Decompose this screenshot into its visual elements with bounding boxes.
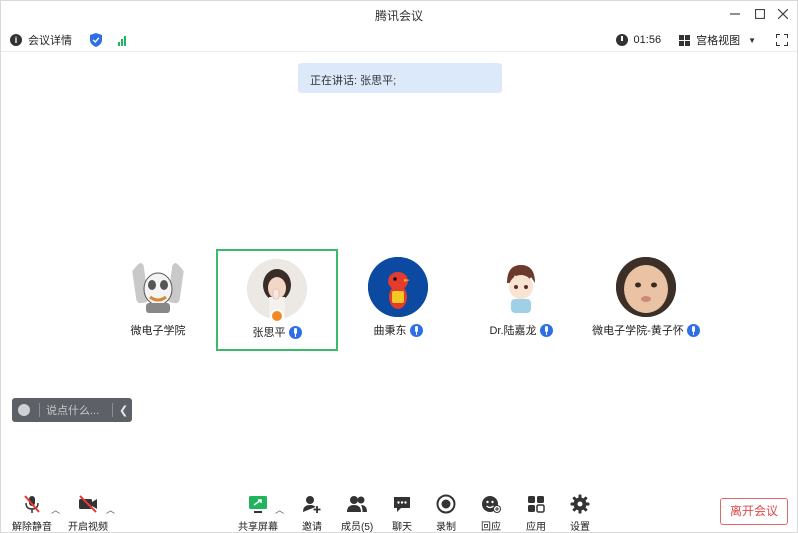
chat-bar[interactable]: 说点什么... ❮ (12, 398, 132, 422)
mic-icon (288, 325, 302, 339)
invite-button[interactable]: 邀请 (301, 493, 323, 533)
participant-tile-active[interactable]: 张思平 (216, 249, 338, 351)
emoji-icon[interactable] (18, 404, 30, 416)
meeting-timer: 01:56 (633, 34, 662, 46)
participant-tile[interactable]: Dr.陆嘉龙 (460, 249, 582, 351)
chevron-down-icon[interactable]: ▼ (748, 36, 756, 45)
speaking-banner: 正在讲话: 张思平; (298, 63, 502, 93)
participant-name: 微电子学院 (130, 325, 186, 337)
invite-icon (301, 493, 323, 515)
apps-grid-icon (525, 493, 547, 515)
fullscreen-icon[interactable] (776, 34, 788, 46)
mic-icon (409, 323, 423, 337)
info-right: 01:56 宫格视图 ▼ (615, 32, 788, 48)
apps-button[interactable]: 应用 (525, 493, 547, 533)
avatar (616, 257, 676, 317)
bottom-toolbar: 解除静音 ︿ 开启视频 ︿ 共享屏幕 ︿ 邀请 成员(5) 聊天 录制 回应 应… (1, 489, 797, 533)
mic-icon (539, 323, 553, 337)
settings-button[interactable]: 设置 (569, 493, 591, 533)
share-screen-icon (247, 493, 269, 515)
meeting-window: 腾讯会议 i 会议详情 01:56 宫格视图 ▼ 正在讲话: 张思平; 微电子学… (0, 0, 798, 533)
close-icon[interactable] (773, 5, 793, 23)
chat-input[interactable]: 说点什么... (46, 402, 106, 418)
members-icon (346, 493, 368, 515)
avatar (491, 257, 551, 317)
chevron-up-icon[interactable]: ︿ (106, 503, 115, 516)
participant-tile[interactable]: 微电子学院 (97, 249, 219, 351)
emoji-reaction-icon (480, 493, 502, 515)
signal-strength-icon[interactable] (118, 35, 126, 46)
participant-name: 张思平 (252, 327, 286, 339)
host-badge-icon (270, 309, 284, 323)
chat-button[interactable]: 聊天 (391, 493, 413, 533)
participant-name: 微电子学院-黄子怀 (592, 325, 684, 337)
grid-view-icon[interactable] (679, 34, 691, 46)
avatar (368, 257, 428, 317)
info-bar: i 会议详情 01:56 宫格视图 ▼ (1, 28, 797, 52)
minimize-icon[interactable] (725, 5, 745, 23)
title-bar[interactable]: 腾讯会议 (1, 1, 797, 28)
record-button[interactable]: 录制 (435, 493, 457, 533)
gear-icon (569, 493, 591, 515)
participant-name: 曲秉东 (373, 325, 407, 337)
meeting-details-label[interactable]: 会议详情 (28, 32, 72, 48)
participant-tile[interactable]: 曲秉东 (337, 249, 459, 351)
meeting-info[interactable]: i 会议详情 (10, 32, 126, 48)
avatar (128, 257, 188, 317)
members-button[interactable]: 成员(5) (341, 493, 373, 533)
info-icon: i (10, 34, 22, 46)
participant-tile[interactable]: 微电子学院-黄子怀 (585, 249, 707, 351)
record-icon (435, 493, 457, 515)
share-screen-button[interactable]: 共享屏幕 (238, 493, 278, 533)
view-mode-label[interactable]: 宫格视图 (696, 32, 740, 48)
leave-meeting-button[interactable]: 离开会议 (720, 498, 788, 525)
clock-icon (615, 34, 628, 46)
chat-bubble-icon (391, 493, 413, 515)
mic-icon (686, 323, 700, 337)
window-title: 腾讯会议 (374, 9, 423, 23)
chevron-left-icon[interactable]: ❮ (119, 404, 128, 417)
mic-muted-icon (21, 493, 43, 515)
camera-off-icon (77, 493, 99, 515)
chevron-up-icon[interactable]: ︿ (275, 503, 284, 516)
maximize-icon[interactable] (750, 5, 770, 23)
start-video-button[interactable]: 开启视频 (68, 493, 108, 533)
chevron-up-icon[interactable]: ︿ (51, 503, 60, 516)
unmute-button[interactable]: 解除静音 (12, 493, 52, 533)
reactions-button[interactable]: 回应 (480, 493, 502, 533)
participant-name: Dr.陆嘉龙 (489, 325, 537, 337)
shield-icon[interactable] (90, 33, 102, 47)
